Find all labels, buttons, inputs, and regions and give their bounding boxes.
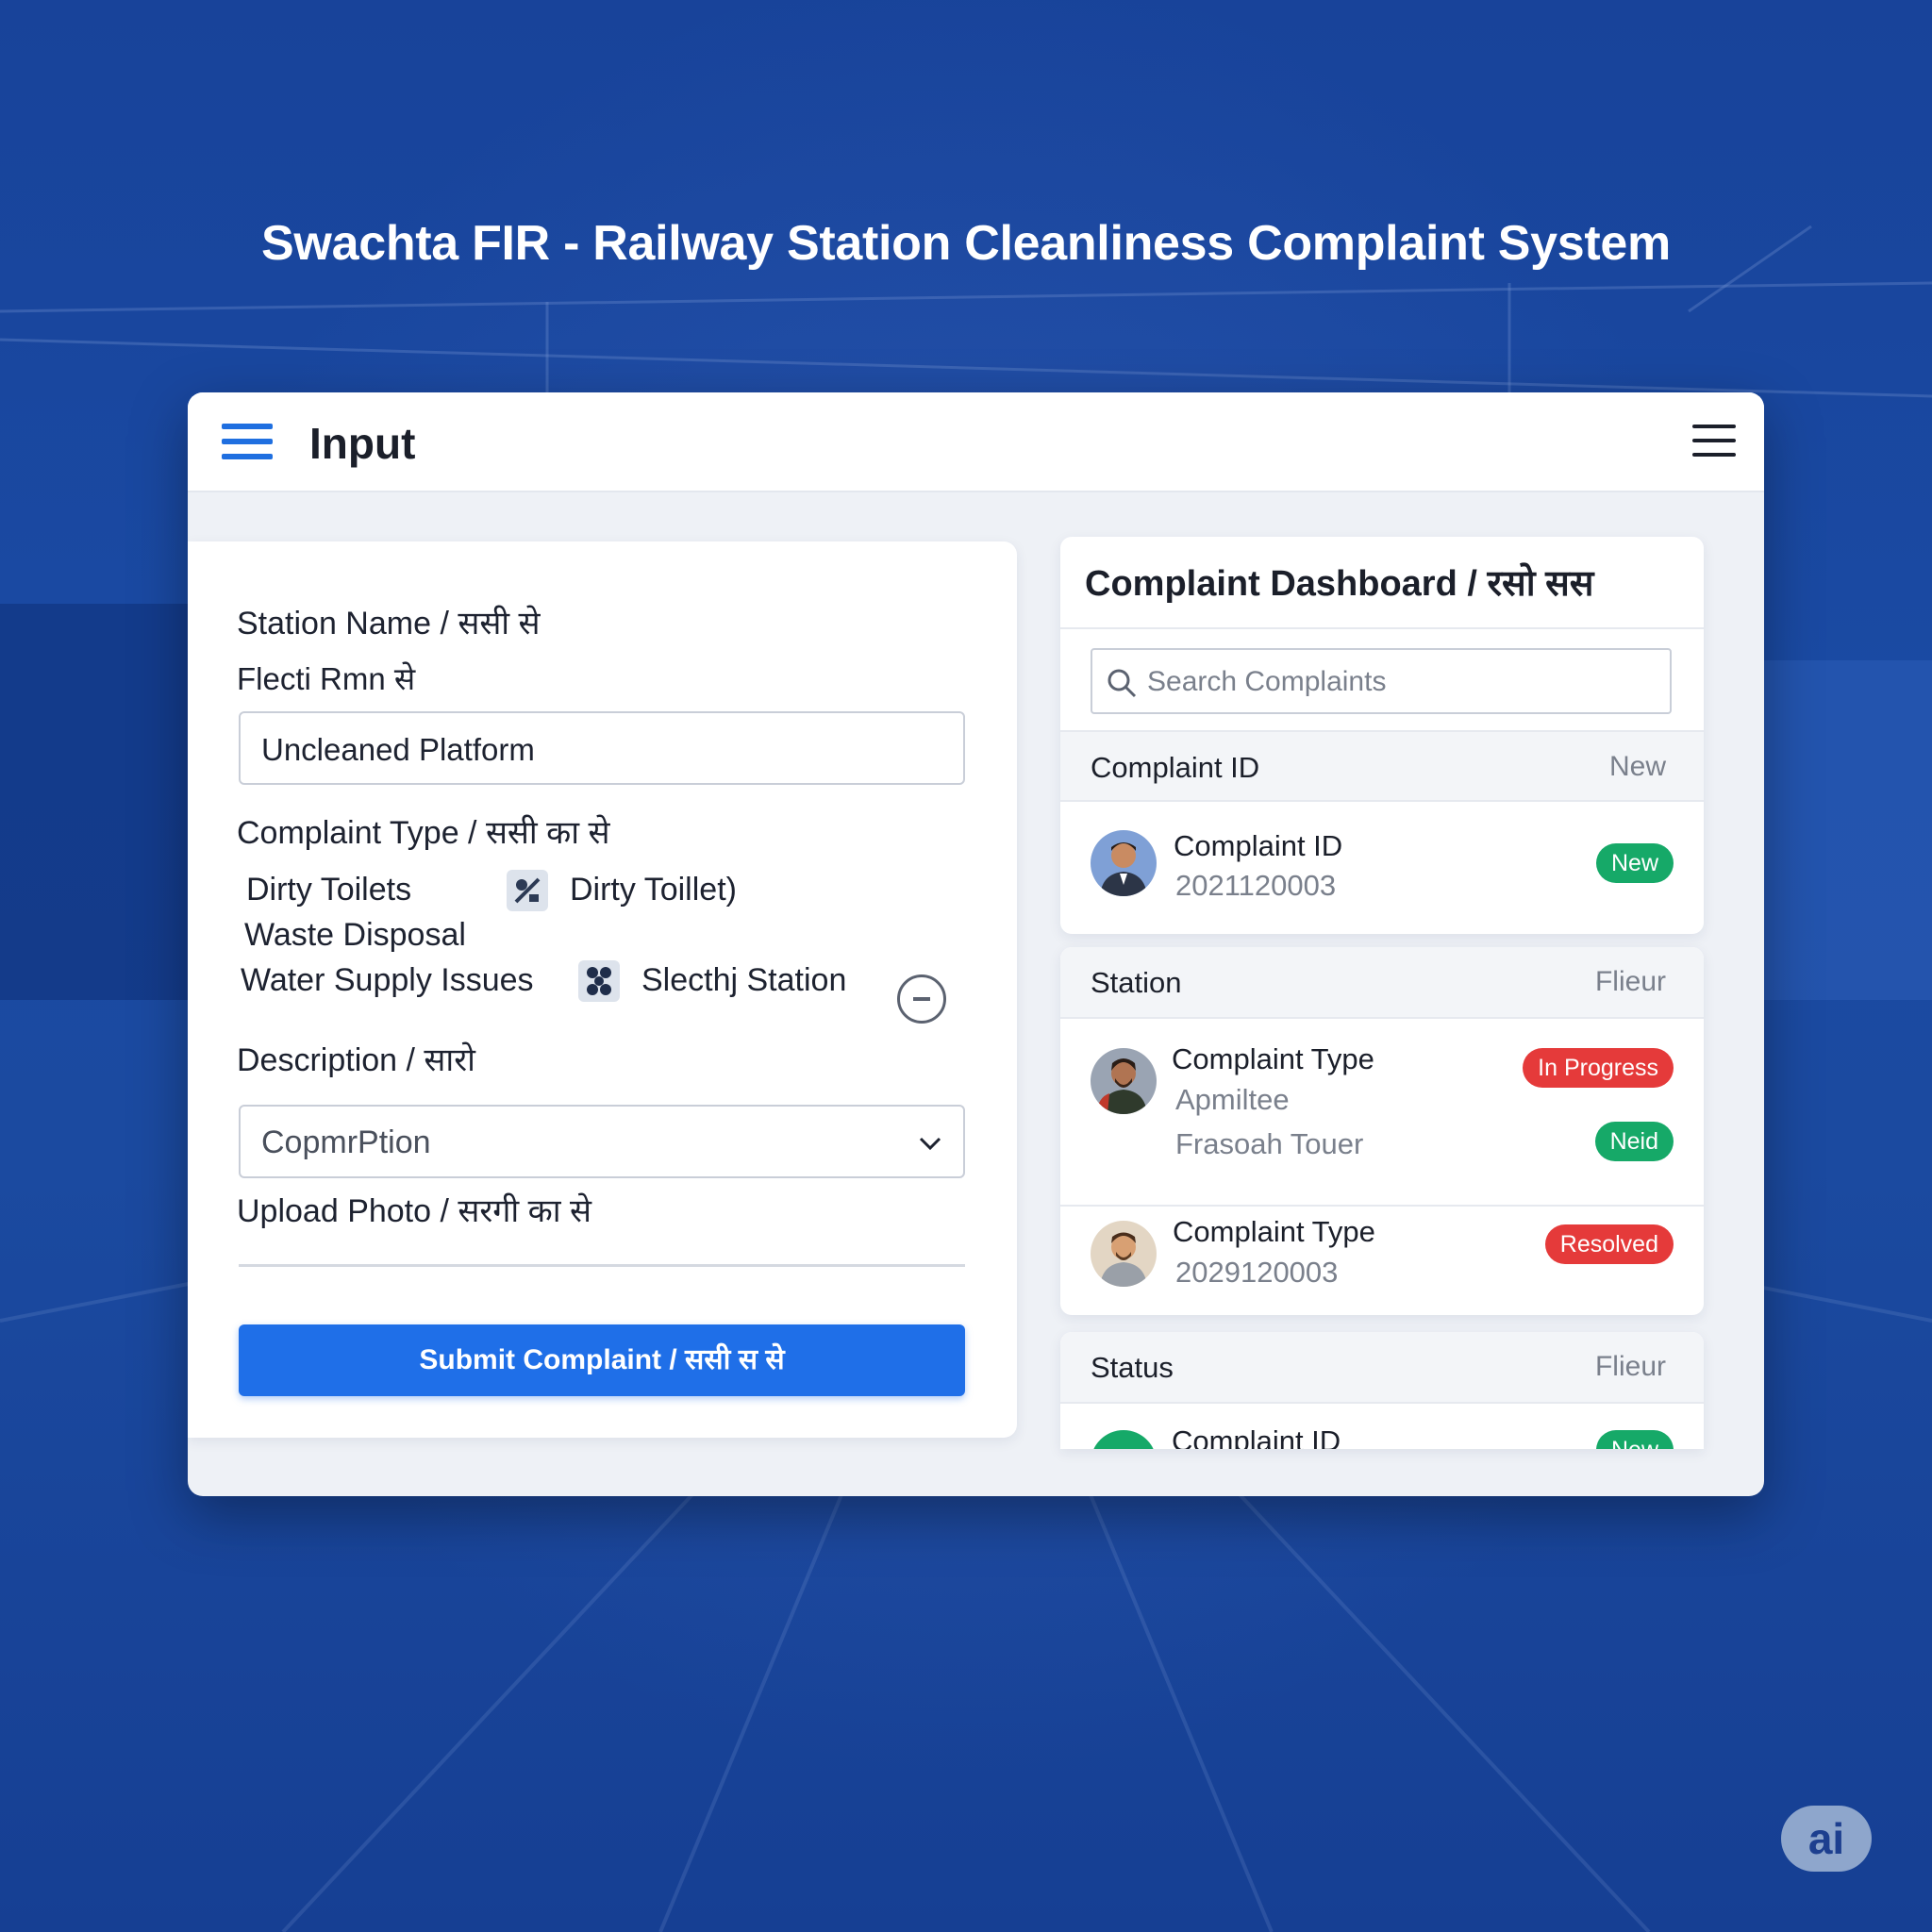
upload-photo-field[interactable] xyxy=(239,1264,965,1267)
search-icon xyxy=(1108,669,1137,698)
menu-icon[interactable] xyxy=(222,424,273,461)
row-title: Complaint Type xyxy=(1172,1042,1374,1075)
section-header-complaint-id: Complaint ID New xyxy=(1060,730,1704,802)
station-section: Station Flieur Complaint Type Apmiltee F… xyxy=(1060,947,1704,1315)
complaint-dashboard: Complaint Dashboard / रसो सस Search Comp… xyxy=(1060,537,1704,934)
broom-icon xyxy=(507,870,548,911)
hamburger-menu-icon[interactable] xyxy=(1692,425,1736,458)
row-subtitle: 2029120003 xyxy=(1175,1256,1339,1289)
option-dirty-toilets[interactable]: Dirty Toilets xyxy=(246,872,411,908)
avatar xyxy=(1091,1221,1157,1287)
avatar xyxy=(1091,830,1157,896)
section-header-status: Status Flieur xyxy=(1060,1332,1704,1404)
chevron-down-icon xyxy=(919,1137,941,1151)
cluster-icon xyxy=(578,960,620,1002)
ai-watermark-badge: ai xyxy=(1781,1806,1872,1872)
station-name-sublabel: Flecti Rmn से xyxy=(237,661,416,696)
complaint-form: Station Name / ससी से Flecti Rmn से Uncl… xyxy=(188,541,1017,1438)
divider xyxy=(1060,627,1704,629)
submit-complaint-button[interactable]: Submit Complaint / ससी स से xyxy=(239,1324,965,1396)
dashboard-title: Complaint Dashboard / रसो सस xyxy=(1085,564,1594,604)
row-title: Complaint ID xyxy=(1172,1424,1341,1449)
option-water-supply[interactable]: Water Supply Issues xyxy=(241,962,534,999)
station-name-label: Station Name / ससी से xyxy=(237,606,541,641)
status-badge: New xyxy=(1595,843,1674,883)
row-subtitle: Apmiltee xyxy=(1175,1083,1290,1116)
section-filter[interactable]: Flieur xyxy=(1595,966,1666,998)
avatar xyxy=(1091,1048,1157,1114)
row-title: Complaint ID xyxy=(1174,829,1343,862)
search-input[interactable]: Search Complaints xyxy=(1091,648,1672,714)
option-dirty-toillet[interactable]: Dirty Toillet) xyxy=(570,872,737,908)
section-title: Complaint ID xyxy=(1091,751,1260,784)
section-title: Station xyxy=(1091,966,1182,999)
row-subtitle: 2021120003 xyxy=(1175,869,1337,902)
upload-photo-label: Upload Photo / सरगी का से xyxy=(237,1193,592,1229)
row-title: Complaint Type xyxy=(1173,1215,1375,1248)
section-filter[interactable]: Flieur xyxy=(1595,1351,1666,1383)
station-name-input[interactable]: Uncleaned Platform xyxy=(239,711,965,785)
section-title: Status xyxy=(1091,1351,1174,1384)
status-badge: Neid xyxy=(1594,1122,1674,1161)
search-placeholder: Search Complaints xyxy=(1147,666,1387,697)
option-waste-disposal[interactable]: Waste Disposal xyxy=(244,917,466,954)
description-value: CopmrPtion xyxy=(261,1124,431,1160)
status-badge: New xyxy=(1595,1430,1674,1449)
description-select[interactable]: CopmrPtion xyxy=(239,1105,965,1178)
topbar-title: Input xyxy=(309,419,416,468)
remove-option-button[interactable] xyxy=(897,974,946,1024)
app-window: Input Station Name / ससी से Flecti Rmn स… xyxy=(188,392,1764,1496)
section-filter[interactable]: New xyxy=(1609,751,1666,783)
status-badge: In Progress xyxy=(1523,1048,1674,1088)
top-bar: Input xyxy=(188,392,1764,492)
section-header-station: Station Flieur xyxy=(1060,947,1704,1019)
option-slecthj-station[interactable]: Slecthj Station xyxy=(641,962,846,999)
status-section: Status Flieur Complaint ID New xyxy=(1060,1332,1704,1449)
row-divider xyxy=(1060,1205,1704,1207)
description-label: Description / सारो xyxy=(237,1042,475,1078)
complaint-type-label: Complaint Type / ससी का से xyxy=(237,815,610,851)
row-subtitle: Frasoah Touer xyxy=(1175,1127,1364,1160)
avatar xyxy=(1091,1430,1157,1449)
status-badge: Resolved xyxy=(1544,1224,1674,1264)
page-title: Swachta FIR - Railway Station Cleanlines… xyxy=(261,216,1671,271)
